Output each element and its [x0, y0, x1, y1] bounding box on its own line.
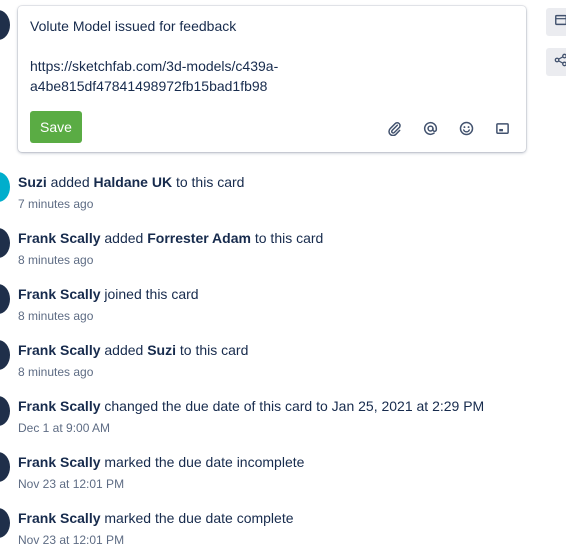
- activity-timestamp[interactable]: 8 minutes ago: [18, 308, 558, 324]
- comment-link-line: a4be815df47841498972fb15bad1fb98: [30, 78, 268, 94]
- activity-actor[interactable]: Frank Scally: [18, 230, 101, 246]
- comment-text[interactable]: Volute Model issued for feedback https:/…: [30, 16, 500, 96]
- comment-line: Volute Model issued for feedback: [30, 18, 237, 34]
- activity-timestamp[interactable]: 8 minutes ago: [18, 364, 558, 380]
- card-icon[interactable]: [492, 118, 512, 138]
- activity-text: Frank Scally marked the due date complet…: [18, 508, 558, 528]
- activity-timestamp[interactable]: 8 minutes ago: [18, 252, 558, 268]
- member-avatar[interactable]: [0, 284, 10, 314]
- activity-actor[interactable]: Frank Scally: [18, 342, 101, 358]
- activity-action: joined this card: [100, 286, 199, 302]
- card-icon: [554, 13, 566, 32]
- share-icon: [554, 53, 566, 72]
- activity-item: Frank Scally joined this card 8 minutes …: [18, 284, 558, 324]
- activity-suffix: to this card: [250, 230, 324, 246]
- activity-timestamp[interactable]: Nov 23 at 12:01 PM: [18, 476, 558, 492]
- activity-text: Frank Scally marked the due date incompl…: [18, 452, 558, 472]
- share-button[interactable]: [546, 48, 566, 76]
- activity-actor[interactable]: Suzi: [18, 174, 47, 190]
- member-avatar[interactable]: [0, 508, 10, 538]
- side-card-button[interactable]: [546, 8, 566, 36]
- activity-suffix: to this card: [172, 174, 245, 190]
- activity-timestamp[interactable]: 7 minutes ago: [18, 196, 558, 212]
- activity-suffix: to this card: [176, 342, 249, 358]
- activity-actor[interactable]: Frank Scally: [18, 454, 101, 470]
- activity-item: Frank Scally added Suzi to this card 8 m…: [18, 340, 558, 380]
- activity-item: Frank Scally marked the due date incompl…: [18, 452, 558, 492]
- activity-text: Suzi added Haldane UK to this card: [18, 172, 558, 192]
- activity-action: marked the due date complete: [100, 510, 294, 526]
- activity-item: Frank Scally changed the due date of thi…: [18, 396, 558, 436]
- activity-target[interactable]: Forrester Adam: [147, 230, 251, 246]
- activity-actor[interactable]: Frank Scally: [18, 398, 101, 414]
- activity-action: marked the due date incomplete: [100, 454, 305, 470]
- comment-line-blank: [30, 36, 500, 56]
- mention-icon[interactable]: [420, 118, 440, 138]
- attachment-icon[interactable]: [384, 118, 404, 138]
- activity-action: added: [100, 230, 148, 246]
- comment-link-line: https://sketchfab.com/3d-models/c439a-: [30, 58, 279, 74]
- activity-text: Frank Scally changed the due date of thi…: [18, 396, 558, 416]
- save-button[interactable]: Save: [30, 111, 82, 143]
- comment-editor[interactable]: Volute Model issued for feedback https:/…: [18, 6, 526, 152]
- activity-text: Frank Scally added Suzi to this card: [18, 340, 558, 360]
- member-avatar[interactable]: [0, 396, 10, 426]
- member-avatar[interactable]: [0, 452, 10, 482]
- activity-timestamp[interactable]: Nov 23 at 12:01 PM: [18, 532, 558, 548]
- member-avatar[interactable]: [0, 172, 10, 202]
- activity-item: Frank Scally added Forrester Adam to thi…: [18, 228, 558, 268]
- emoji-icon[interactable]: [456, 118, 476, 138]
- activity-actor[interactable]: Frank Scally: [18, 510, 101, 526]
- activity-text: Frank Scally added Forrester Adam to thi…: [18, 228, 558, 248]
- activity-item: Suzi added Haldane UK to this card 7 min…: [18, 172, 558, 212]
- activity-item: Frank Scally marked the due date complet…: [18, 508, 558, 548]
- activity-action: changed the due date of this card to Jan…: [100, 398, 485, 414]
- activity-actor[interactable]: Frank Scally: [18, 286, 101, 302]
- activity-target[interactable]: Suzi: [147, 342, 176, 358]
- member-avatar[interactable]: [0, 340, 10, 370]
- member-avatar[interactable]: [0, 228, 10, 258]
- activity-text: Frank Scally joined this card: [18, 284, 558, 304]
- activity-action: added: [100, 342, 148, 358]
- activity-timestamp[interactable]: Dec 1 at 9:00 AM: [18, 420, 558, 436]
- activity-target[interactable]: Haldane UK: [94, 174, 173, 190]
- current-user-avatar: [0, 10, 10, 40]
- activity-action: added: [46, 174, 94, 190]
